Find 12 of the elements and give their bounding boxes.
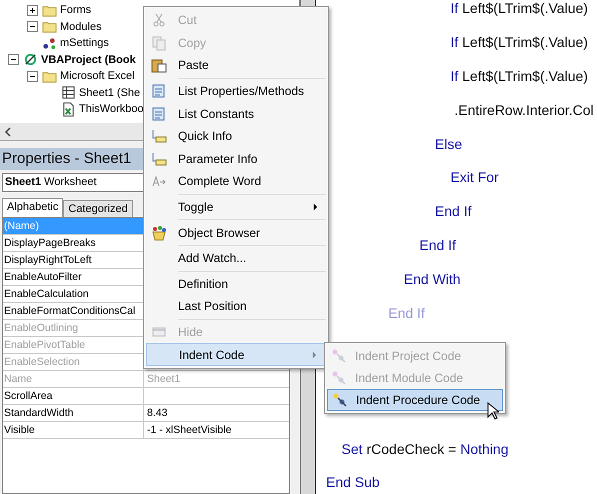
code-line: End If: [387, 305, 425, 322]
code-line: .EntireRow.Interior.Col: [453, 102, 594, 119]
code-line: End Sub: [326, 474, 380, 492]
code-line: End If: [418, 237, 456, 254]
code-line: Else: [434, 136, 462, 153]
code-line: End With: [402, 271, 461, 288]
code-line: Exit For: [449, 169, 499, 186]
code-line: If Left$(LTrim$(.Value): [449, 0, 588, 17]
code-line: If Left$(LTrim$(.Value): [449, 68, 588, 85]
code-line: End If: [434, 203, 472, 220]
code-line: Set rCodeCheck = Nothing: [340, 440, 509, 458]
code-line: If Left$(LTrim$(.Value): [449, 34, 588, 51]
